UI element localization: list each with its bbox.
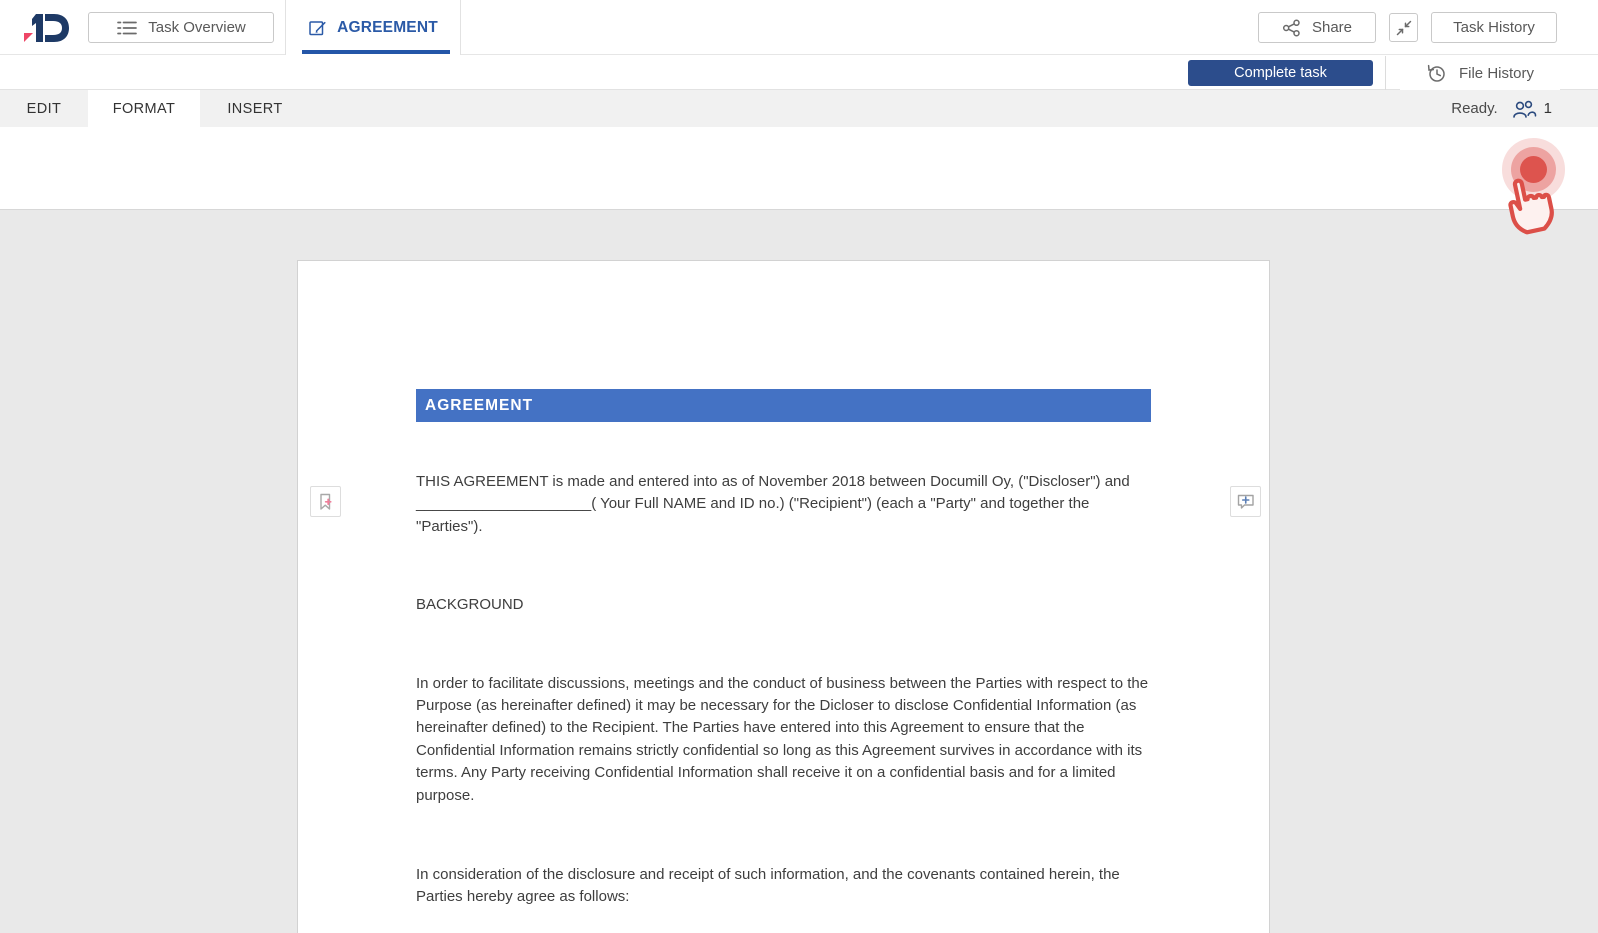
tab-format[interactable]: FORMAT xyxy=(88,90,200,127)
task-list-icon xyxy=(116,19,138,37)
active-users-count: 1 xyxy=(1544,100,1552,117)
comment-add-icon xyxy=(1235,491,1257,513)
add-comment-button[interactable] xyxy=(1230,486,1261,517)
file-history-button[interactable]: File History xyxy=(1400,56,1560,90)
file-history-label: File History xyxy=(1459,65,1534,82)
intro-paragraph[interactable]: THIS AGREEMENT is made and entered into … xyxy=(416,471,1151,538)
status-area: Ready. 1 xyxy=(1451,90,1598,127)
action-bar-divider xyxy=(1385,56,1386,90)
agreement-tab-label: AGREEMENT xyxy=(337,19,438,37)
action-bar: Complete task File History xyxy=(0,56,1598,90)
document-page[interactable]: AGREEMENT THIS AGREEMENT is made and ent… xyxy=(297,260,1270,933)
bookmark-add-icon xyxy=(315,491,337,513)
status-ready-text: Ready. xyxy=(1451,100,1497,117)
menu-bar: EDIT FORMAT INSERT Ready. 1 xyxy=(0,90,1598,127)
document-canvas: AGREEMENT THIS AGREEMENT is made and ent… xyxy=(0,210,1598,933)
task-overview-label: Task Overview xyxy=(148,19,246,36)
document-title-bar: AGREEMENT xyxy=(416,389,1151,422)
format-toolbar: Normal ▾ Calibri ▾ 10 ▾ B I U abc x2 x2 … xyxy=(0,127,1598,210)
tab-agreement[interactable]: AGREEMENT xyxy=(285,0,461,55)
users-icon xyxy=(1512,99,1538,119)
tab-insert[interactable]: INSERT xyxy=(200,90,310,127)
compress-arrows-icon xyxy=(1395,19,1413,37)
consideration-paragraph[interactable]: In consideration of the disclosure and r… xyxy=(416,864,1151,909)
background-paragraph[interactable]: In order to facilitate discussions, meet… xyxy=(416,673,1151,807)
documill-logo xyxy=(16,7,78,49)
edit-document-icon xyxy=(308,18,328,38)
share-icon xyxy=(1282,19,1302,37)
tab-edit[interactable]: EDIT xyxy=(0,90,88,127)
task-history-label: Task History xyxy=(1453,19,1535,36)
compress-view-button[interactable] xyxy=(1389,13,1418,42)
task-overview-button[interactable]: Task Overview xyxy=(88,12,274,43)
active-tab-underline xyxy=(302,50,450,54)
share-button[interactable]: Share xyxy=(1258,12,1376,43)
task-history-button[interactable]: Task History xyxy=(1431,12,1557,43)
background-heading[interactable]: BACKGROUND xyxy=(416,594,1151,616)
document-title: AGREEMENT xyxy=(425,397,533,415)
active-users-indicator[interactable]: 1 xyxy=(1512,99,1552,119)
clock-history-icon xyxy=(1426,63,1447,84)
complete-task-button[interactable]: Complete task xyxy=(1188,60,1373,86)
top-bar: Task Overview AGREEMENT Share xyxy=(0,0,1598,55)
share-label: Share xyxy=(1312,19,1352,36)
add-bookmark-button[interactable] xyxy=(310,486,341,517)
